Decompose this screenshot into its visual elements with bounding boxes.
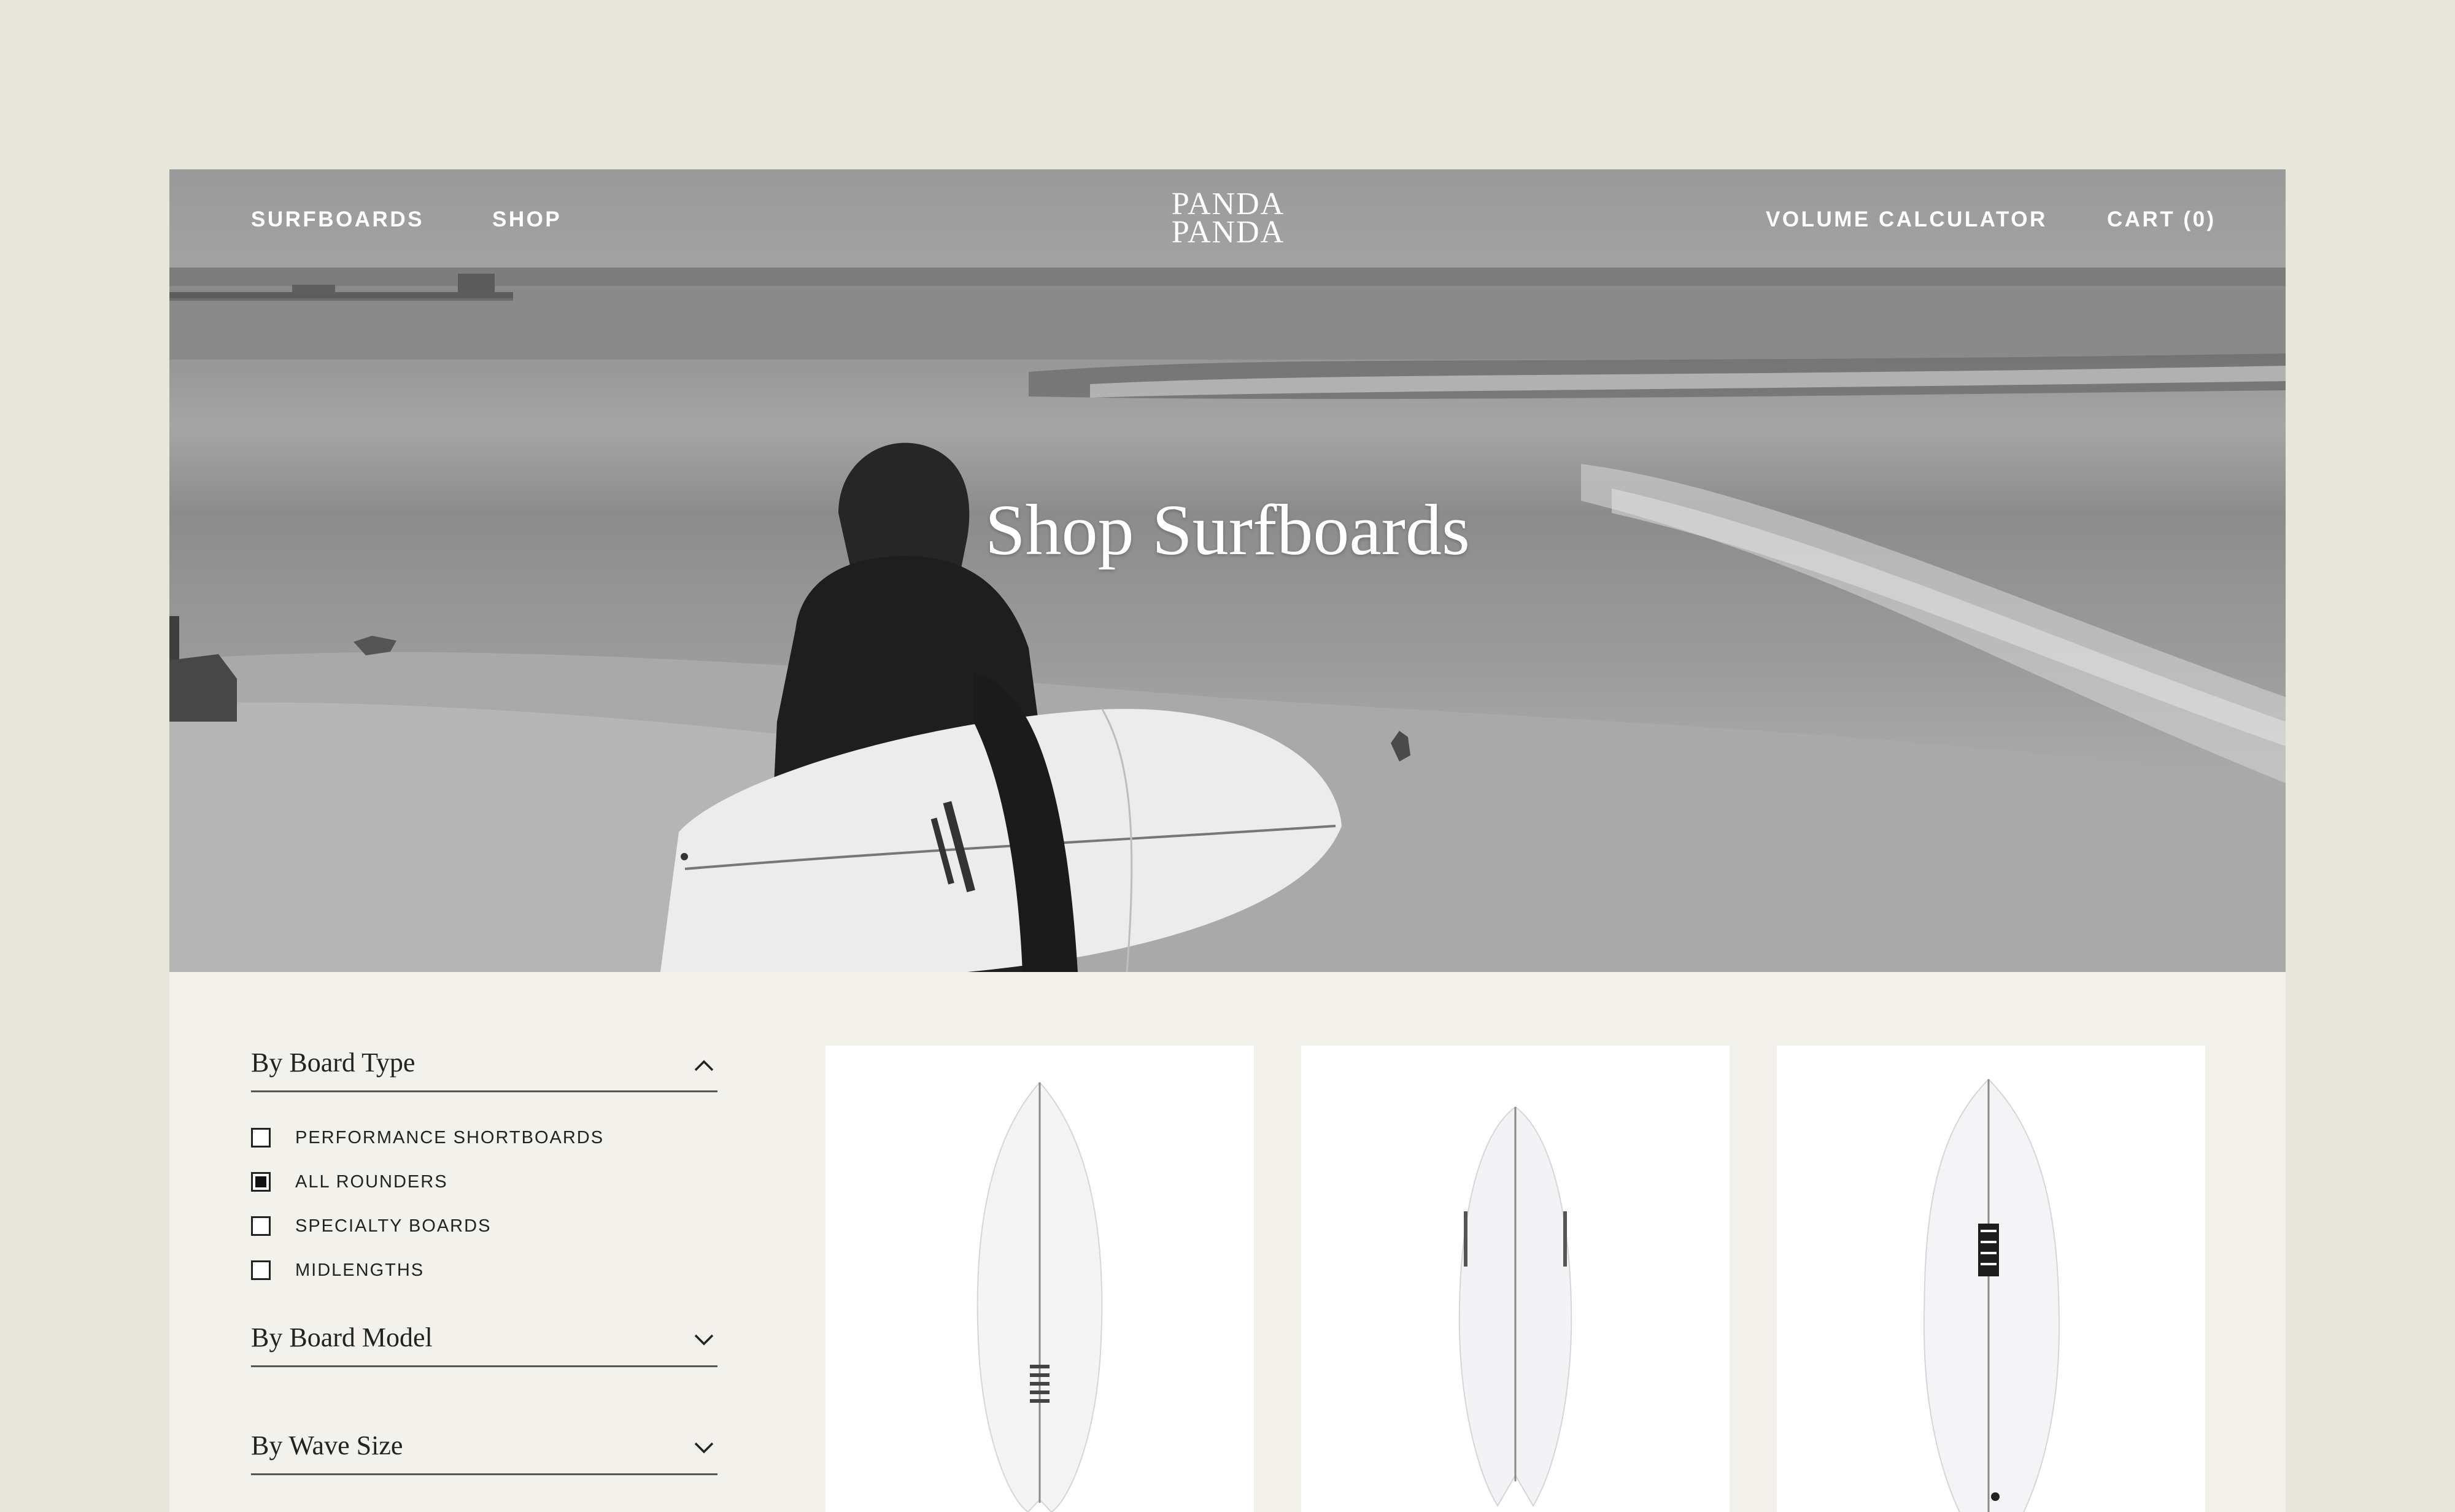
filter-option-midlengths[interactable]: MIDLENGTHS [251,1248,717,1292]
hero-banner: SURFBOARDS SHOP PANDA PANDA VOLUME CALCU… [169,169,2286,972]
surfboard-swallowtail-image [976,1081,1103,1512]
filter-option-label: MIDLENGTHS [295,1260,425,1280]
filter-option-specialty-boards[interactable]: SPECIALTY BOARDS [251,1204,717,1248]
panda-logo[interactable]: PANDA PANDA [1164,188,1293,252]
filter-wave-size-header[interactable]: By Wave Size [251,1424,717,1475]
nav-volume-calculator-link[interactable]: VOLUME CALCULATOR [1766,207,2047,232]
logo-line-bottom: PANDA [1171,215,1285,250]
filter-board-type-title: By Board Type [251,1047,416,1078]
checkbox-specialty-boards[interactable] [251,1216,271,1236]
nav-cart-link[interactable]: CART (0) [2107,207,2216,232]
chevron-up-icon[interactable] [693,1054,715,1076]
filter-option-label: ALL ROUNDERS [295,1171,448,1192]
surfboard-round-nose-image [1923,1078,2060,1512]
chevron-down-icon[interactable] [693,1329,715,1351]
page-frame: SURFBOARDS SHOP PANDA PANDA VOLUME CALCU… [169,169,2286,1512]
hero-title: Shop Surfboards [985,490,1470,570]
product-card[interactable] [825,1046,1254,1512]
filter-spacer [251,1367,717,1424]
filter-option-all-rounders[interactable]: ALL ROUNDERS [251,1160,717,1204]
checkbox-performance-shortboards[interactable] [251,1128,271,1148]
checkbox-all-rounders[interactable] [251,1172,271,1192]
surfboard-fish-image [1458,1106,1572,1507]
filter-option-label: SPECIALTY BOARDS [295,1216,492,1236]
filter-option-performance-shortboards[interactable]: PERFORMANCE SHORTBOARDS [251,1116,717,1160]
filter-option-label: PERFORMANCE SHORTBOARDS [295,1127,605,1148]
filters-sidebar: By Board Type PERFORMANCE SHORTBOARDS AL… [251,1041,717,1475]
nav-surfboards-link[interactable]: SURFBOARDS [251,207,424,232]
checkbox-midlengths[interactable] [251,1260,271,1280]
filter-board-model-header[interactable]: By Board Model [251,1316,717,1367]
chevron-down-icon[interactable] [693,1437,715,1459]
nav-shop-link[interactable]: SHOP [492,207,562,232]
product-card[interactable] [1777,1046,2205,1512]
product-card[interactable] [1301,1046,1730,1512]
filter-board-model-title: By Board Model [251,1322,433,1352]
filter-board-type-options: PERFORMANCE SHORTBOARDS ALL ROUNDERS SPE… [251,1092,717,1316]
filter-board-type-header[interactable]: By Board Type [251,1041,717,1092]
filter-wave-size-title: By Wave Size [251,1430,403,1460]
